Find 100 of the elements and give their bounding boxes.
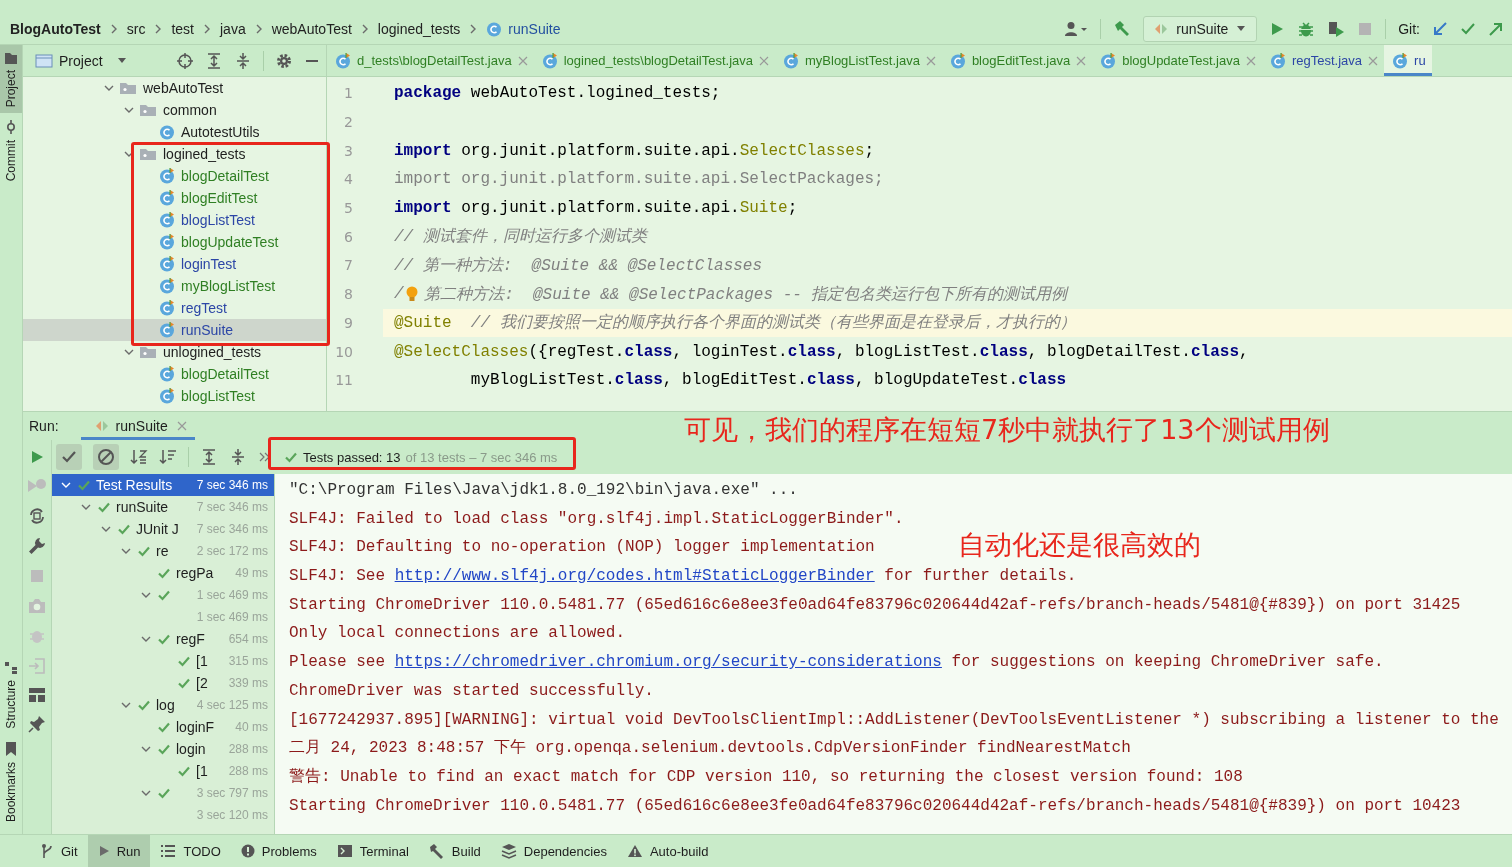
toggle-button[interactable]	[93, 444, 119, 470]
tree-item[interactable]: regTest	[23, 297, 326, 319]
close-icon[interactable]	[1368, 55, 1379, 66]
expand-all-icon[interactable]	[200, 448, 218, 466]
tree-item[interactable]: blogUpdateTest	[23, 231, 326, 253]
wrench-icon[interactable]	[28, 537, 46, 555]
editor-tab[interactable]: myBlogListTest.java	[775, 45, 942, 76]
toggle-button[interactable]	[56, 444, 82, 470]
sort-duration-icon[interactable]	[159, 448, 177, 466]
checkmark-icon[interactable]	[1460, 21, 1476, 37]
line-number: 3	[343, 142, 354, 159]
line-number: 6	[343, 228, 354, 245]
tree-item-text: runSuite	[181, 322, 234, 338]
console-link[interactable]: http://www.slf4j.org/codes.html#StaticLoggerBinder	[394, 567, 875, 586]
result-row[interactable]: re 2 sec 172 ms	[52, 540, 274, 562]
auto-rerun-icon[interactable]	[28, 507, 46, 525]
result-row[interactable]: log 4 sec 125 ms	[52, 694, 274, 716]
stop-icon[interactable]	[1357, 21, 1374, 37]
tree-item[interactable]: myBlogListTest	[23, 275, 326, 297]
hammer-icon[interactable]	[1113, 20, 1132, 38]
coverage-icon[interactable]	[1327, 20, 1346, 38]
sort-alpha-icon[interactable]	[130, 448, 148, 466]
stop-icon[interactable]	[28, 567, 46, 585]
arrow-up-right-icon[interactable]	[1488, 21, 1504, 37]
run-configuration-dropdown[interactable]: runSuite	[1143, 16, 1258, 42]
tool-window-tab[interactable]: Terminal	[326, 835, 419, 867]
collapse-all-icon[interactable]	[229, 448, 247, 466]
console-link[interactable]: https://chromedriver.chromium.org/security-considerations	[394, 653, 942, 672]
breadcrumb-item[interactable]: java	[220, 21, 246, 37]
editor-tab[interactable]: logined_tests\blogDetailTest.java	[533, 45, 775, 76]
settings-icon[interactable]	[275, 51, 293, 70]
tree-item[interactable]: blogListTest	[23, 209, 326, 231]
tree-item[interactable]: common	[23, 99, 326, 121]
pin-icon[interactable]	[28, 715, 46, 733]
close-icon[interactable]	[759, 55, 769, 66]
close-icon[interactable]	[925, 55, 936, 66]
collapse-all-icon[interactable]	[234, 51, 252, 70]
tree-item[interactable]: blogDetailTest	[23, 165, 326, 187]
tree-item[interactable]: loginTest	[23, 253, 326, 275]
result-row[interactable]: regF 654 ms	[52, 628, 274, 650]
editor-tab[interactable]: regTest.java	[1262, 45, 1385, 76]
run-tab[interactable]: runSuite	[80, 412, 195, 440]
tab-label: d_tests\blogDetailTest.java	[357, 53, 512, 68]
tool-window-tab[interactable]: Problems	[230, 835, 327, 867]
close-icon[interactable]	[1076, 55, 1087, 66]
editor-tab[interactable]: ru	[1384, 45, 1432, 76]
user-icon[interactable]	[1064, 21, 1089, 37]
result-row[interactable]: runSuite 7 sec 346 ms	[52, 496, 274, 518]
side-tab[interactable]: Project	[0, 45, 22, 114]
result-row[interactable]: [2 339 ms	[52, 672, 274, 694]
camera-icon[interactable]	[28, 597, 46, 615]
editor-tab[interactable]: d_tests\blogDetailTest.java	[327, 45, 534, 76]
tool-window-tab[interactable]: Dependencies	[490, 835, 617, 867]
editor-tab[interactable]: blogEditTest.java	[941, 45, 1093, 76]
arrow-down-left-icon[interactable]	[1432, 21, 1448, 37]
tool-window-tab[interactable]: Build	[418, 835, 491, 867]
view-dropdown[interactable]: Project	[35, 52, 127, 69]
editor-tab[interactable]: blogUpdateTest.java	[1092, 45, 1262, 76]
side-tab[interactable]: Structure	[0, 655, 22, 735]
lightbulb-icon[interactable]	[404, 285, 419, 304]
breadcrumb-item[interactable]: logined_tests	[377, 21, 461, 37]
tab-label: blogUpdateTest.java	[1122, 53, 1240, 68]
tool-window-tab[interactable]: Auto-build	[616, 835, 719, 867]
tree-item[interactable]: blogDetailTest	[23, 363, 326, 385]
result-row[interactable]: login 288 ms	[52, 738, 274, 760]
close-icon[interactable]	[517, 55, 528, 66]
result-row[interactable]: JUnit J 7 sec 346 ms	[52, 518, 274, 540]
exit-icon[interactable]	[28, 657, 46, 675]
result-row[interactable]: [1 315 ms	[52, 650, 274, 672]
result-row[interactable]: loginF 40 ms	[52, 716, 274, 738]
bug-icon[interactable]	[1297, 20, 1316, 38]
breadcrumb-item[interactable]: test	[171, 21, 194, 37]
tool-window-tab[interactable]: Git	[30, 835, 88, 867]
tree-item[interactable]: blogEditTest	[23, 187, 326, 209]
side-tab[interactable]: Bookmarks	[0, 734, 22, 828]
tree-item[interactable]: logined_tests	[23, 143, 326, 165]
tree-item[interactable]: blogListTest	[23, 385, 326, 407]
target-icon[interactable]	[176, 51, 194, 70]
result-row[interactable]: [1 288 ms	[52, 760, 274, 782]
side-tab[interactable]: Commit	[0, 113, 22, 188]
tool-window-tab[interactable]: TODO	[150, 835, 231, 867]
breadcrumb-item[interactable]: src	[126, 21, 146, 37]
result-row[interactable]: regPa 49 ms	[52, 562, 274, 584]
breadcrumb-item[interactable]: webAutoTest	[271, 21, 352, 37]
breadcrumb-item[interactable]: runSuite	[508, 21, 561, 37]
run-icon[interactable]	[29, 449, 45, 465]
line-number: 5	[343, 200, 354, 217]
close-icon[interactable]	[1246, 55, 1256, 66]
tree-item[interactable]: webAutoTest	[23, 77, 326, 99]
layout-icon[interactable]	[28, 687, 46, 703]
tree-item[interactable]: runSuite	[23, 319, 326, 341]
tree-item[interactable]: unlogined_tests	[23, 341, 326, 363]
expand-all-icon[interactable]	[205, 51, 223, 70]
close-icon[interactable]	[176, 421, 187, 431]
breadcrumb-item[interactable]: BlogAutoTest	[10, 21, 101, 37]
result-row[interactable]: Test Results 7 sec 346 ms	[52, 474, 274, 496]
code-token: , blogEditTest.	[662, 371, 807, 390]
tool-window-tab[interactable]: Run	[87, 835, 151, 867]
tree-item[interactable]: AutotestUtils	[23, 121, 326, 143]
folder-icon	[139, 103, 157, 117]
